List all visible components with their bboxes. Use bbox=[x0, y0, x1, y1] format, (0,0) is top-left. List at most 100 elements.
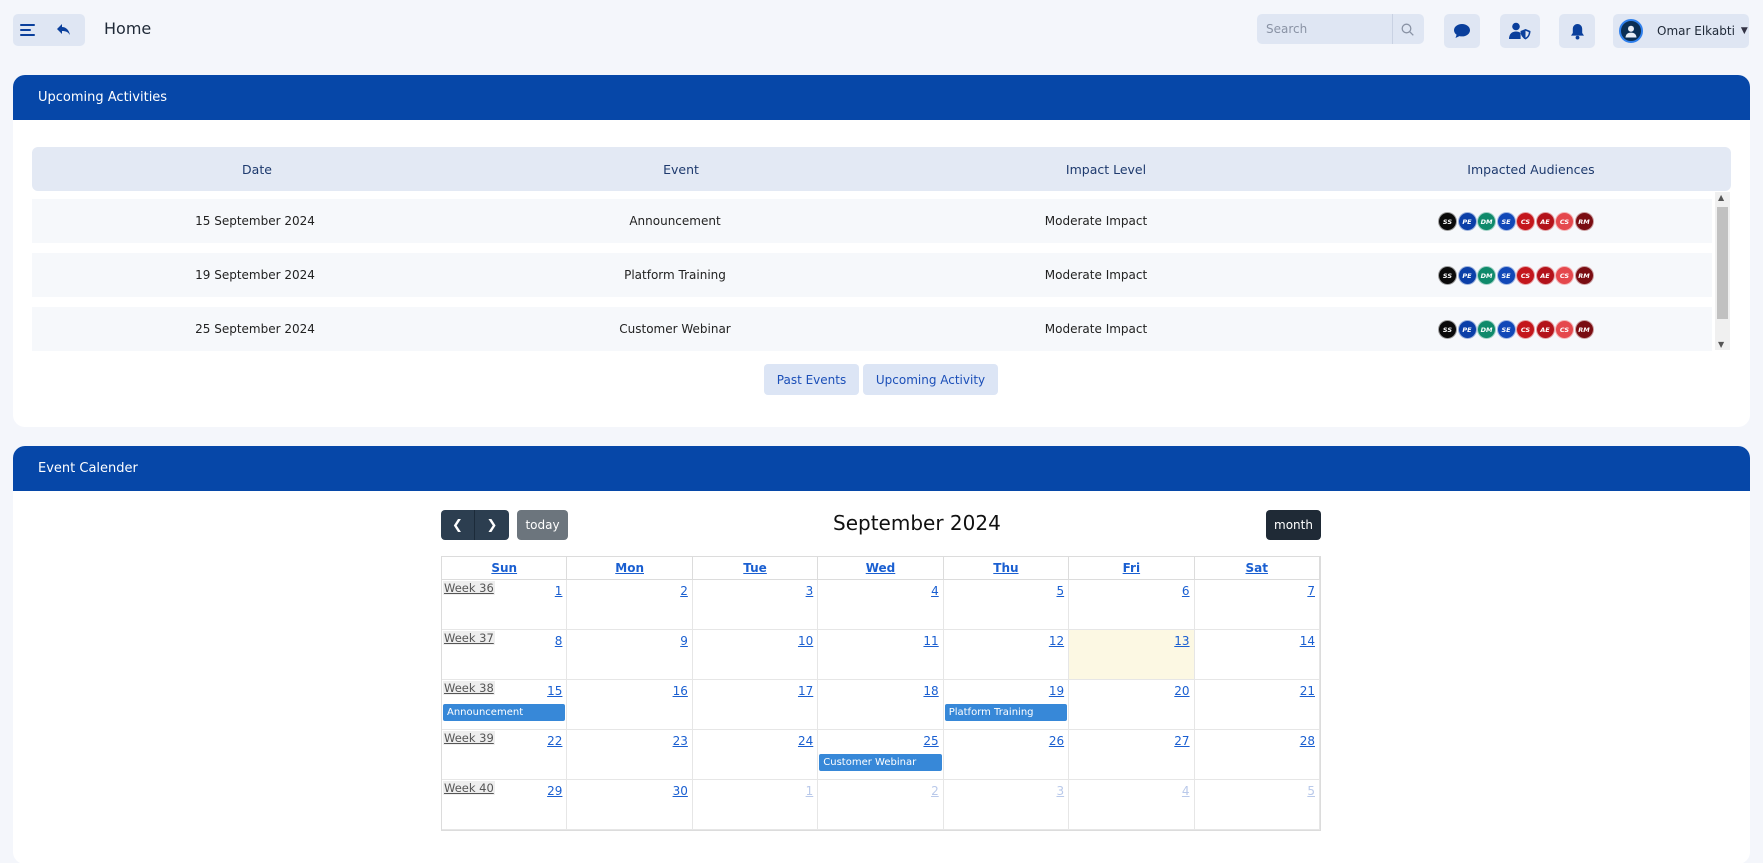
day-number[interactable]: 26 bbox=[1049, 734, 1064, 748]
week-number-label[interactable]: Week 40 bbox=[443, 781, 495, 795]
day-number[interactable]: 14 bbox=[1300, 634, 1315, 648]
user-menu[interactable]: Omar Elkabti ▼ bbox=[1613, 14, 1749, 48]
calendar-day-cell[interactable]: 11 bbox=[818, 630, 944, 680]
day-number[interactable]: 25 bbox=[923, 734, 938, 748]
day-number[interactable]: 5 bbox=[1307, 784, 1315, 798]
notifications-button[interactable] bbox=[1559, 14, 1595, 48]
calendar-day-cell[interactable]: 20 bbox=[1069, 680, 1195, 730]
calendar-day-cell[interactable]: 24 bbox=[692, 730, 819, 780]
weekday-header[interactable]: Tue bbox=[692, 557, 819, 580]
weekday-header[interactable]: Wed bbox=[818, 557, 944, 580]
calendar-day-cell[interactable]: 26 bbox=[943, 730, 1070, 780]
scrollbar-thumb[interactable] bbox=[1717, 207, 1728, 319]
calendar-day-cell[interactable]: 16 bbox=[567, 680, 693, 730]
day-number[interactable]: 12 bbox=[1049, 634, 1064, 648]
table-scrollbar[interactable]: ▲ ▼ bbox=[1715, 192, 1730, 350]
calendar-day-cell[interactable]: 12 bbox=[943, 630, 1070, 680]
calendar-event[interactable]: Announcement bbox=[443, 704, 566, 721]
calendar-day-cell[interactable]: 5 bbox=[943, 580, 1070, 630]
day-number[interactable]: 28 bbox=[1300, 734, 1315, 748]
calendar-day-cell[interactable]: 28 bbox=[1194, 730, 1320, 780]
day-number[interactable]: 9 bbox=[680, 634, 688, 648]
calendar-day-cell[interactable]: 10 bbox=[692, 630, 819, 680]
day-number[interactable]: 24 bbox=[798, 734, 813, 748]
search-button[interactable] bbox=[1392, 14, 1422, 44]
scroll-down-arrow-icon[interactable]: ▼ bbox=[1718, 340, 1724, 349]
calendar-day-cell[interactable]: 4 bbox=[818, 580, 944, 630]
calendar-day-cell[interactable]: 3 bbox=[692, 580, 819, 630]
weekday-header[interactable]: Sun bbox=[442, 557, 568, 580]
day-number[interactable]: 6 bbox=[1182, 584, 1190, 598]
day-number[interactable]: 2 bbox=[931, 784, 939, 798]
day-number[interactable]: 22 bbox=[547, 734, 562, 748]
calendar-day-cell[interactable]: 4 bbox=[1069, 780, 1195, 830]
day-number[interactable]: 4 bbox=[931, 584, 939, 598]
day-number[interactable]: 7 bbox=[1307, 584, 1315, 598]
upcoming-activity-button[interactable]: Upcoming Activity bbox=[863, 364, 998, 395]
day-number[interactable]: 18 bbox=[923, 684, 938, 698]
day-number[interactable]: 17 bbox=[798, 684, 813, 698]
table-row[interactable]: 25 September 2024 Customer Webinar Moder… bbox=[32, 307, 1712, 351]
day-number[interactable]: 1 bbox=[555, 584, 563, 598]
week-number-label[interactable]: Week 38 bbox=[443, 681, 495, 695]
week-number-label[interactable]: Week 37 bbox=[443, 631, 495, 645]
day-number[interactable]: 16 bbox=[673, 684, 688, 698]
calendar-day-cell[interactable]: 9 bbox=[567, 630, 693, 680]
messages-button[interactable] bbox=[1444, 14, 1480, 48]
today-button[interactable]: today bbox=[517, 510, 568, 540]
day-number[interactable]: 19 bbox=[1049, 684, 1064, 698]
calendar-day-cell[interactable]: 22 Week 39 bbox=[442, 730, 568, 780]
day-number[interactable]: 29 bbox=[547, 784, 562, 798]
weekday-header[interactable]: Thu bbox=[943, 557, 1070, 580]
week-number-label[interactable]: Week 36 bbox=[443, 581, 495, 595]
back-button[interactable] bbox=[43, 14, 85, 46]
day-number[interactable]: 11 bbox=[923, 634, 938, 648]
calendar-day-cell[interactable]: 21 bbox=[1194, 680, 1320, 730]
calendar-event[interactable]: Customer Webinar bbox=[819, 754, 942, 771]
calendar-day-cell[interactable]: 6 bbox=[1069, 580, 1195, 630]
calendar-event[interactable]: Platform Training bbox=[944, 704, 1068, 721]
day-number[interactable]: 10 bbox=[798, 634, 813, 648]
week-number-label[interactable]: Week 39 bbox=[443, 731, 495, 745]
calendar-day-cell[interactable]: 23 bbox=[567, 730, 693, 780]
next-month-button[interactable]: ❯ bbox=[475, 510, 509, 540]
table-row[interactable]: 19 September 2024 Platform Training Mode… bbox=[32, 253, 1712, 297]
table-row[interactable]: 15 September 2024 Announcement Moderate … bbox=[32, 199, 1712, 243]
day-number[interactable]: 4 bbox=[1182, 784, 1190, 798]
calendar-day-cell[interactable]: 1 Week 36 bbox=[442, 580, 568, 630]
calendar-day-cell[interactable]: 1 bbox=[692, 780, 819, 830]
calendar-day-cell[interactable]: 14 bbox=[1194, 630, 1320, 680]
calendar-day-cell[interactable]: 2 bbox=[567, 580, 693, 630]
calendar-day-cell[interactable]: 30 bbox=[567, 780, 693, 830]
menu-toggle-button[interactable] bbox=[13, 14, 43, 46]
prev-month-button[interactable]: ❮ bbox=[441, 510, 475, 540]
scroll-up-arrow-icon[interactable]: ▲ bbox=[1718, 193, 1724, 202]
search-input[interactable] bbox=[1257, 14, 1392, 44]
calendar-day-cell[interactable]: 13 bbox=[1069, 630, 1195, 680]
day-number[interactable]: 30 bbox=[673, 784, 688, 798]
weekday-header[interactable]: Fri bbox=[1069, 557, 1195, 580]
day-number[interactable]: 20 bbox=[1174, 684, 1189, 698]
month-view-button[interactable]: month bbox=[1266, 510, 1321, 540]
day-number[interactable]: 13 bbox=[1174, 634, 1189, 648]
weekday-header[interactable]: Sat bbox=[1194, 557, 1320, 580]
calendar-day-cell[interactable]: 18 bbox=[818, 680, 944, 730]
calendar-day-cell[interactable]: 8 Week 37 bbox=[442, 630, 568, 680]
day-number[interactable]: 2 bbox=[680, 584, 688, 598]
past-events-button[interactable]: Past Events bbox=[764, 364, 859, 395]
calendar-day-cell[interactable]: 5 bbox=[1194, 780, 1320, 830]
calendar-day-cell[interactable]: 17 bbox=[692, 680, 819, 730]
day-number[interactable]: 3 bbox=[1056, 784, 1064, 798]
calendar-day-cell[interactable]: 3 bbox=[943, 780, 1070, 830]
day-number[interactable]: 21 bbox=[1300, 684, 1315, 698]
day-number[interactable]: 8 bbox=[555, 634, 563, 648]
day-number[interactable]: 23 bbox=[673, 734, 688, 748]
weekday-header[interactable]: Mon bbox=[567, 557, 693, 580]
calendar-day-cell[interactable]: 7 bbox=[1194, 580, 1320, 630]
day-number[interactable]: 27 bbox=[1174, 734, 1189, 748]
day-number[interactable]: 5 bbox=[1056, 584, 1064, 598]
day-number[interactable]: 3 bbox=[806, 584, 814, 598]
calendar-day-cell[interactable]: 27 bbox=[1069, 730, 1195, 780]
user-security-button[interactable] bbox=[1500, 14, 1540, 48]
calendar-day-cell[interactable]: 29 Week 40 bbox=[442, 780, 568, 830]
